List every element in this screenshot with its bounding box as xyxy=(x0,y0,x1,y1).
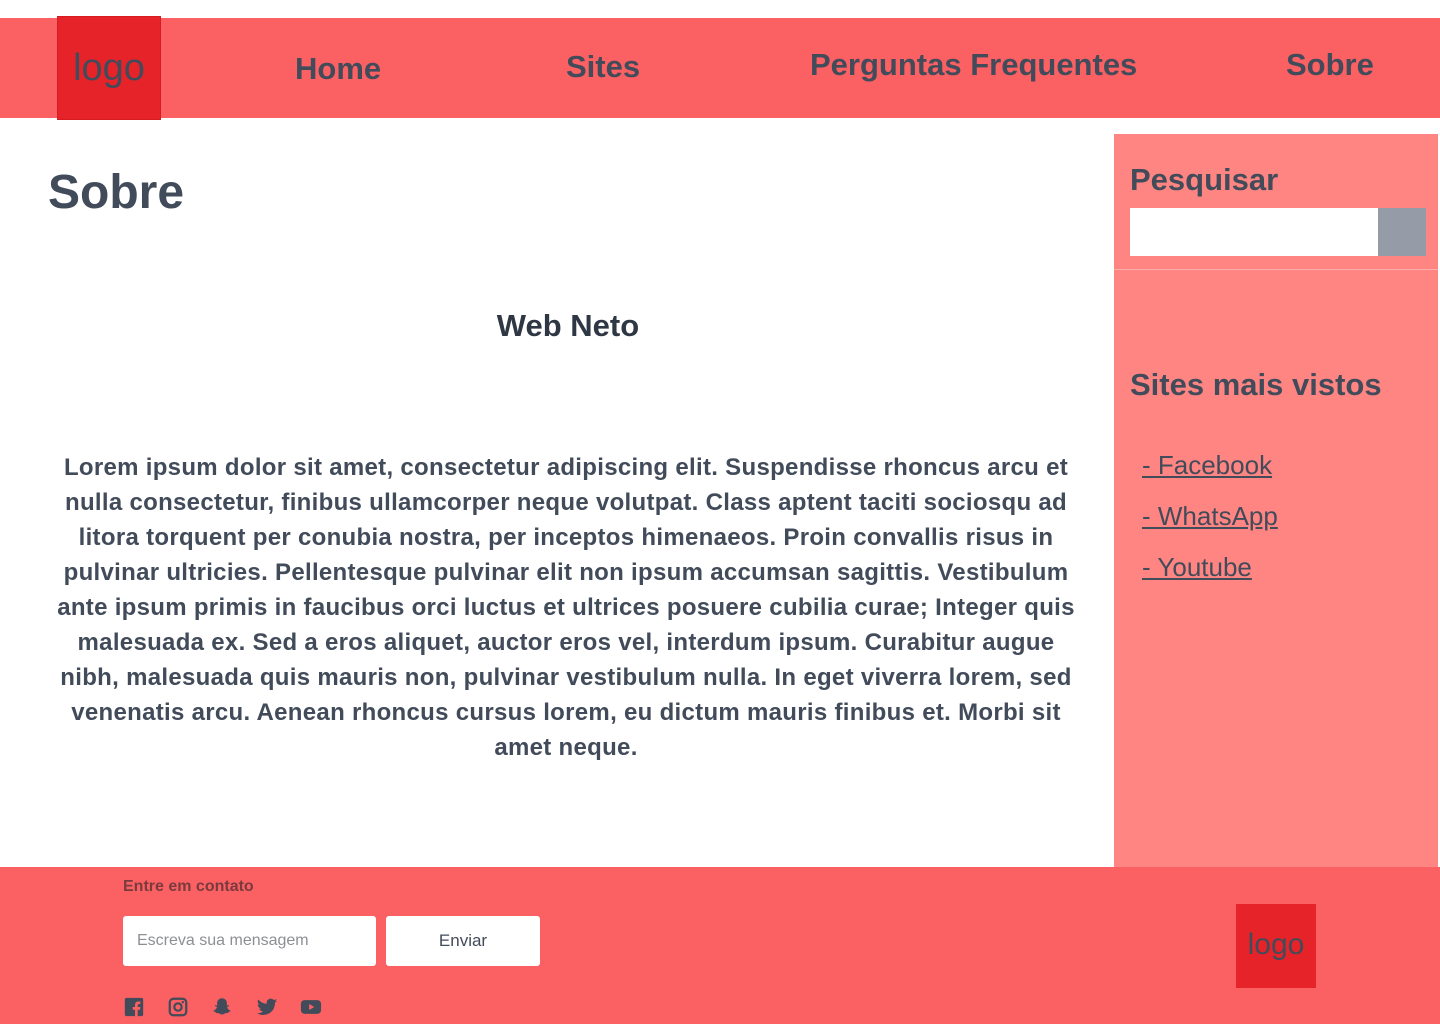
body-paragraph: Lorem ipsum dolor sit amet, consectetur … xyxy=(57,454,1075,761)
header-logo-text: logo xyxy=(73,47,145,89)
list-item: - WhatsApp xyxy=(1142,501,1278,552)
header-bar: logo Home Sites Perguntas Frequentes Sob… xyxy=(0,16,1440,120)
top-sites-heading: Sites mais vistos xyxy=(1130,367,1382,402)
search-heading: Pesquisar xyxy=(1130,162,1279,197)
top-sites-list: - Facebook - WhatsApp - Youtube xyxy=(1142,450,1278,603)
top-site-link-whatsapp[interactable]: - WhatsApp xyxy=(1142,501,1278,531)
nav-about[interactable]: Sobre xyxy=(1286,47,1374,83)
search-input[interactable] xyxy=(1130,208,1378,256)
send-button[interactable]: Enviar xyxy=(386,916,540,966)
message-input[interactable] xyxy=(123,916,376,966)
instagram-icon[interactable] xyxy=(167,996,189,1018)
nav-home[interactable]: Home xyxy=(295,51,381,87)
youtube-icon[interactable] xyxy=(300,996,322,1018)
top-site-link-youtube[interactable]: - Youtube xyxy=(1142,552,1252,582)
header-logo[interactable]: logo xyxy=(57,16,161,120)
page-subtitle: Web Neto xyxy=(496,308,640,343)
list-item: - Facebook xyxy=(1142,450,1278,501)
nav-faq[interactable]: Perguntas Frequentes xyxy=(810,47,1137,83)
snapchat-icon[interactable] xyxy=(211,996,233,1018)
sidebar: Pesquisar Sites mais vistos - Facebook -… xyxy=(1114,134,1438,867)
twitter-icon[interactable] xyxy=(256,996,278,1018)
facebook-icon[interactable] xyxy=(123,996,145,1018)
search-button[interactable] xyxy=(1378,208,1426,256)
footer-logo-text: logo xyxy=(1247,928,1305,961)
sidebar-divider xyxy=(1114,269,1438,270)
page-title: Sobre xyxy=(48,166,185,219)
contact-heading: Entre em contato xyxy=(123,878,254,895)
nav-sites[interactable]: Sites xyxy=(566,49,640,85)
footer: Entre em contato Enviar logo xyxy=(0,867,1440,1024)
top-site-link-facebook[interactable]: - Facebook xyxy=(1142,450,1272,480)
footer-logo[interactable]: logo xyxy=(1236,904,1316,988)
list-item: - Youtube xyxy=(1142,552,1278,603)
